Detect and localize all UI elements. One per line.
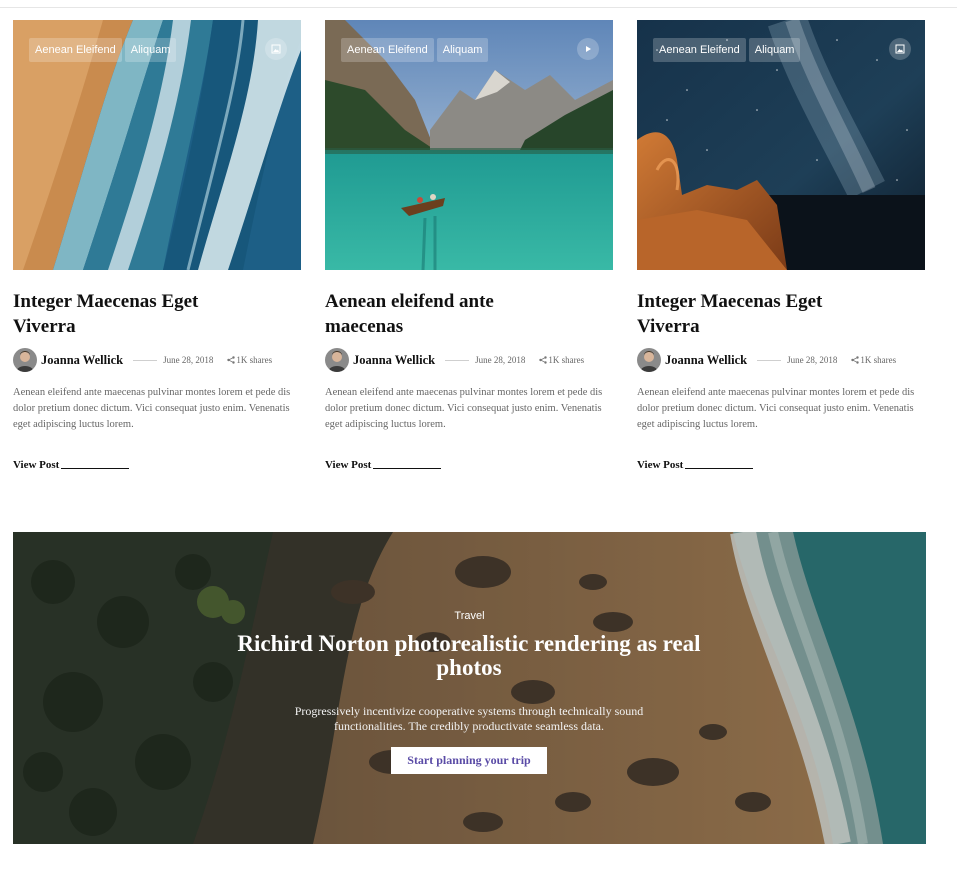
view-post-link[interactable]: View Post — [637, 459, 767, 471]
post-tags: Aenean Eleifend Aliquam — [653, 38, 801, 62]
share-count[interactable]: 1K shares — [539, 355, 584, 365]
post-date: June 28, 2018 — [475, 355, 526, 365]
tag-chip[interactable]: Aliquam — [436, 38, 489, 62]
post-excerpt: Aenean eleifend ante maecenas pulvinar m… — [637, 387, 915, 430]
banner-description: Progressively incentivize cooperative sy… — [294, 704, 644, 733]
post-thumbnail[interactable]: Aenean Eleifend Aliquam — [637, 20, 925, 270]
post-title[interactable]: Aenean eleifend ante maecenas — [325, 289, 560, 339]
share-icon — [539, 356, 548, 364]
post-title[interactable]: Integer Maecenas Eget Viverra — [13, 289, 248, 339]
post-card: Aenean Eleifend Aliquam Integer Maecenas… — [13, 20, 301, 471]
share-icon — [851, 356, 860, 364]
post-meta: Joanna Wellick June 28, 2018 1K shares — [637, 347, 925, 373]
tag-chip[interactable]: Aenean Eleifend — [29, 38, 122, 62]
share-count[interactable]: 1K shares — [227, 355, 272, 365]
link-underline — [61, 468, 130, 469]
author-name[interactable]: Joanna Wellick — [353, 353, 435, 368]
post-excerpt: Aenean eleifend ante maecenas pulvinar m… — [325, 387, 603, 430]
link-underline — [685, 468, 754, 469]
tag-chip[interactable]: Aliquam — [748, 38, 801, 62]
post-thumbnail[interactable]: Aenean Eleifend Aliquam — [325, 20, 613, 270]
share-count-label: 1K shares — [860, 355, 897, 365]
tag-chip[interactable]: Aenean Eleifend — [653, 38, 746, 62]
post-excerpt: Aenean eleifend ante maecenas pulvinar m… — [13, 387, 291, 430]
share-count-label: 1K shares — [236, 355, 273, 365]
view-post-link[interactable]: View Post — [325, 459, 455, 471]
post-tags: Aenean Eleifend Aliquam — [341, 38, 489, 62]
post-card: Aenean Eleifend Aliquam Integer Maecenas… — [637, 20, 925, 471]
post-meta: Joanna Wellick June 28, 2018 1K shares — [325, 347, 613, 373]
post-title[interactable]: Integer Maecenas Eget Viverra — [637, 289, 872, 339]
post-card: Aenean Eleifend Aliquam Aenean eleifend … — [325, 20, 613, 471]
view-post-label: View Post — [13, 459, 60, 471]
share-icon — [227, 356, 236, 364]
image-icon — [265, 38, 287, 60]
post-thumbnail[interactable]: Aenean Eleifend Aliquam — [13, 20, 301, 270]
link-underline — [373, 468, 442, 469]
meta-divider — [445, 359, 470, 361]
avatar — [325, 348, 349, 372]
image-icon — [889, 38, 911, 60]
banner-title[interactable]: Richird Norton photorealistic rendering … — [219, 632, 719, 680]
meta-divider — [133, 359, 158, 361]
view-post-link[interactable]: View Post — [13, 459, 143, 471]
play-icon[interactable] — [577, 38, 599, 60]
featured-banner: Travel Richird Norton photorealistic ren… — [13, 532, 926, 844]
post-date: June 28, 2018 — [787, 355, 838, 365]
author-name[interactable]: Joanna Wellick — [665, 353, 747, 368]
author-name[interactable]: Joanna Wellick — [41, 353, 123, 368]
banner-content: Travel Richird Norton photorealistic ren… — [13, 532, 926, 844]
tag-chip[interactable]: Aenean Eleifend — [341, 38, 434, 62]
top-divider — [0, 7, 957, 8]
view-post-label: View Post — [637, 459, 684, 471]
post-meta: Joanna Wellick June 28, 2018 1K shares — [13, 347, 301, 373]
avatar — [13, 348, 37, 372]
banner-category[interactable]: Travel — [13, 610, 926, 622]
avatar — [637, 348, 661, 372]
post-tags: Aenean Eleifend Aliquam — [29, 38, 177, 62]
tag-chip[interactable]: Aliquam — [124, 38, 177, 62]
share-count-label: 1K shares — [548, 355, 585, 365]
view-post-label: View Post — [325, 459, 372, 471]
post-date: June 28, 2018 — [163, 355, 214, 365]
start-planning-button[interactable]: Start planning your trip — [391, 747, 547, 774]
meta-divider — [757, 359, 782, 361]
post-grid: Aenean Eleifend Aliquam Integer Maecenas… — [13, 20, 925, 480]
share-count[interactable]: 1K shares — [851, 355, 896, 365]
